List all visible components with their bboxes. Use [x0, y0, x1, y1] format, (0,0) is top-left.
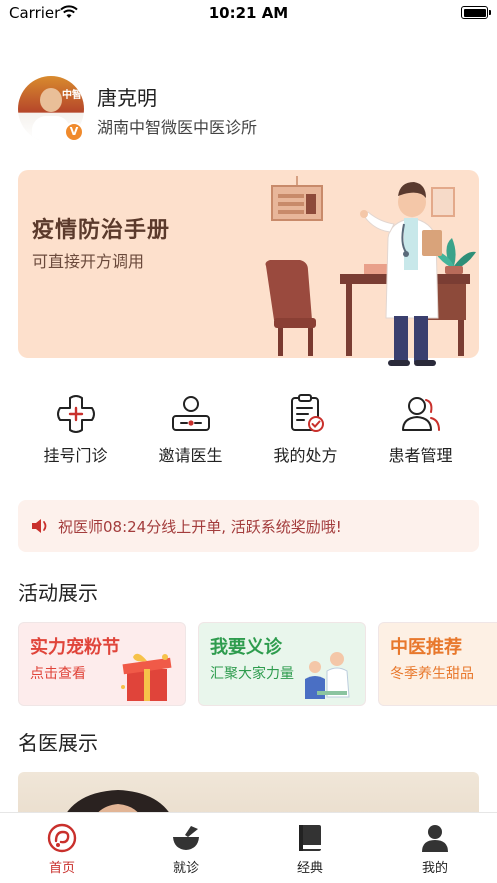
card-title: 实力宠粉节	[30, 637, 120, 658]
notice-text: 祝医师08:24分线上开单, 活跃系统奖励哦!	[58, 518, 342, 536]
consultation-illustration	[305, 652, 350, 699]
menu-label-patients: 患者管理	[388, 446, 453, 465]
card-title: 中医推荐	[390, 637, 462, 658]
tab-home[interactable]: 首页	[0, 813, 124, 883]
gift-box-icon	[121, 653, 172, 701]
doctor-profile[interactable]: 中智 V 唐克明 湖南中智微医中医诊所	[18, 76, 478, 144]
tab-label-home: 首页	[48, 861, 75, 876]
book-icon	[299, 825, 321, 851]
clinic-name: 湖南中智微医中医诊所	[97, 118, 258, 137]
activity-card-tcm-recommend[interactable]: 中医推荐 冬季养生甜品	[378, 622, 497, 706]
user-icon	[422, 825, 448, 852]
tab-label-consult: 就诊	[172, 861, 199, 876]
banner-title: 疫情防治手册	[32, 218, 171, 243]
menu-label-prescription: 我的处方	[273, 446, 338, 465]
quick-menu: 挂号门诊 邀请医生 我的处方 患者管理	[18, 392, 479, 472]
menu-label-invite-doctor: 邀请医生	[158, 446, 223, 465]
prescription-icon	[290, 394, 324, 432]
menu-item-invite-doctor[interactable]: 邀请医生	[133, 392, 248, 472]
card-title: 我要义诊	[210, 637, 282, 658]
activity-cards: 实力宠粉节 点击查看 我要义诊 汇聚大家力量 中医推荐 冬季养生甜品	[18, 622, 497, 708]
menu-item-registration[interactable]: 挂号门诊	[18, 392, 133, 472]
card-subtitle: 冬季养生甜品	[390, 666, 474, 682]
card-subtitle: 点击查看	[30, 666, 86, 682]
epidemic-handbook-banner[interactable]: 疫情防治手册 可直接开方调用	[18, 170, 479, 366]
notice-bar[interactable]: 祝医师08:24分线上开单, 活跃系统奖励哦!	[18, 500, 479, 552]
status-bar: Carrier 10:21 AM	[0, 0, 497, 28]
card-subtitle: 汇聚大家力量	[210, 666, 294, 682]
activity-card-free-clinic[interactable]: 我要义诊 汇聚大家力量	[198, 622, 366, 706]
plus-flower-icon	[56, 395, 95, 433]
tab-label-mine: 我的	[421, 861, 448, 876]
tab-label-classics: 经典	[296, 861, 323, 876]
tab-consult[interactable]: 就诊	[124, 813, 248, 883]
home-logo-icon	[47, 823, 77, 853]
activity-card-fan-festival[interactable]: 实力宠粉节 点击查看	[18, 622, 186, 706]
avatar-logo-text: 中智	[62, 90, 82, 101]
mortar-icon	[173, 826, 199, 850]
menu-item-prescription[interactable]: 我的处方	[248, 392, 363, 472]
clock: 10:21 AM	[208, 4, 289, 22]
section-title-famous-doctors: 名医展示	[18, 731, 98, 755]
speaker-icon	[30, 517, 50, 539]
doctor-invite-icon	[171, 396, 210, 431]
patients-icon	[401, 397, 440, 431]
verified-badge: V	[64, 122, 84, 142]
tab-mine[interactable]: 我的	[373, 813, 497, 883]
doctor-illustration	[265, 176, 476, 366]
battery-icon	[461, 6, 491, 19]
doctor-name: 唐克明	[97, 86, 157, 110]
banner-subtitle: 可直接开方调用	[32, 252, 145, 271]
menu-label-registration: 挂号门诊	[43, 446, 108, 465]
menu-item-patients[interactable]: 患者管理	[363, 392, 478, 472]
section-title-activities: 活动展示	[18, 581, 98, 605]
bottom-tab-bar: 首页 就诊 经典 我的	[0, 812, 497, 883]
tab-classics[interactable]: 经典	[248, 813, 372, 883]
